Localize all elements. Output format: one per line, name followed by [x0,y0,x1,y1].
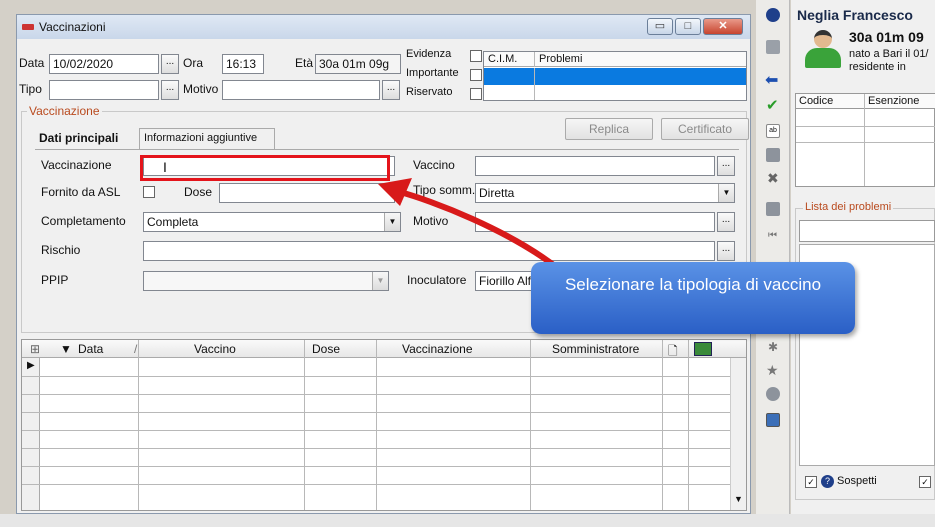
scroll-down-icon[interactable]: ▼ [734,494,743,504]
rischio-picker-button[interactable]: ... [717,241,735,261]
col-codice: Codice [799,95,834,107]
eta-field: 30a 01m 09g [315,54,401,74]
eta-label: Età [295,56,314,70]
sospetti-label: Sospetti [837,475,877,487]
motivo-picker-button[interactable]: ... [717,212,735,232]
close-button[interactable]: ✕ [703,18,743,35]
problems-list-label[interactable]: Lista dei problemi [803,201,894,213]
star-icon[interactable]: ★ [766,362,779,379]
vaccino-picker-button[interactable]: ... [717,156,735,176]
dose-label: Dose [184,185,213,199]
folder-icon[interactable] [766,202,780,216]
back-arrow-icon[interactable]: ⬅ [765,70,778,90]
sospetti-secondary-checkbox[interactable]: ✓ [919,476,931,488]
col-somministratore[interactable]: Somministratore [552,342,639,356]
problemi-column: Problemi [539,53,583,65]
problems-selected-row[interactable] [484,68,746,85]
completamento-label: Completamento [41,214,126,228]
importante-label: Importante [406,67,459,79]
patient-birth: nato a Bari il 01/ [849,48,929,60]
window-title: Vaccinazioni [39,20,106,34]
rischio-label: Rischio [41,243,81,257]
pin-icon[interactable]: ✱ [768,340,778,354]
ora-field[interactable]: 16:13 [222,54,264,74]
section-title: Vaccinazione [27,104,102,118]
riservato-label: Riservato [406,86,453,98]
riservato-checkbox[interactable] [470,88,482,100]
vaccinations-grid[interactable]: ⊞ ▼ Data / Vaccino Dose Vaccinazione Som… [21,339,747,511]
patient-age: 30a 01m 09 [849,29,924,45]
evidenza-checkbox[interactable] [470,50,482,62]
cim-column: C.I.M. [488,53,518,65]
document-icon[interactable]: 🗋 [668,342,678,363]
data-field[interactable]: 10/02/2020 [49,54,159,74]
image-icon[interactable] [694,342,712,356]
dose-field[interactable] [219,183,395,203]
tipo-field[interactable] [49,80,159,100]
help-icon[interactable] [766,8,780,22]
tipo-label: Tipo [19,82,42,96]
grid-scrollbar[interactable]: ▼ [730,358,746,510]
highlight-box [140,155,390,181]
expand-icon[interactable]: ⊞ [30,342,40,356]
fornito-asl-label: Fornito da ASL [41,185,121,199]
maximize-button[interactable]: □ [675,18,701,35]
chevron-down-icon[interactable]: ▼ [718,184,734,202]
certificato-button[interactable]: Certificato [661,118,749,140]
tab-informazioni-aggiuntive[interactable]: Informazioni aggiuntive [139,128,275,149]
col-data[interactable]: Data [78,342,103,356]
current-row-icon: ▶ [27,360,35,371]
patient-name: Neglia Francesco [797,7,913,23]
checkmark-icon[interactable]: ✔ [766,96,779,114]
callout-text: Selezionare la tipologia di vaccino [564,275,822,294]
motivo-header-field[interactable] [222,80,380,100]
motivo-header-label: Motivo [183,82,219,96]
bottom-strip [0,514,935,527]
patient-residence: residente in [849,61,906,73]
exemptions-header: Codice Esenzione [796,94,935,109]
ppip-select[interactable]: ▼ [143,271,389,291]
replica-button[interactable]: Replica [565,118,653,140]
text-field-icon[interactable]: ab [766,124,780,138]
exemptions-table[interactable]: Codice Esenzione [795,93,935,187]
window-icon [22,24,34,30]
fornito-asl-checkbox[interactable] [143,186,155,198]
title-bar[interactable]: Vaccinazioni ▭ □ ✕ [17,15,750,39]
tab-dati-principali[interactable]: Dati principali [35,128,139,149]
first-record-icon[interactable]: ⏮ [768,230,777,241]
minimize-button[interactable]: ▭ [647,18,673,35]
ppip-label: PPIP [41,273,69,287]
completamento-select[interactable]: Completa ▼ [143,212,401,232]
sospetti-checkbox[interactable]: ✓ [805,476,817,488]
monitor-icon[interactable] [766,413,780,427]
grid-header: ⊞ ▼ Data / Vaccino Dose Vaccinazione Som… [22,340,746,358]
col-vaccinazione[interactable]: Vaccinazione [402,342,473,356]
col-vaccino[interactable]: Vaccino [194,342,236,356]
tab-dati-principali-label: Dati principali [39,131,119,145]
problems-table[interactable]: C.I.M. Problemi [483,51,747,101]
ora-label: Ora [183,56,204,70]
page-icon[interactable] [766,148,780,162]
sort-arrow-icon: ▼ [60,342,72,356]
vaccinazione-label: Vaccinazione [41,158,112,172]
col-esenzione: Esenzione [868,95,920,107]
importante-checkbox[interactable] [470,69,482,81]
delete-x-icon[interactable]: ✖ [767,170,779,187]
tab-informazioni-label: Informazioni aggiuntive [144,132,258,144]
completamento-value: Completa [147,215,199,229]
data-label: Data [19,56,45,70]
printer-icon[interactable] [766,387,780,401]
motivo-header-picker-button[interactable]: ... [382,80,400,100]
problems-table-header: C.I.M. Problemi [484,52,746,67]
evidenza-label: Evidenza [406,48,452,60]
row-selector-column [22,358,40,510]
save-icon[interactable] [766,40,780,54]
help-icon[interactable]: ? [821,475,834,488]
data-picker-button[interactable]: ... [161,54,179,74]
tutorial-callout: Selezionare la tipologia di vaccino [531,262,855,334]
avatar [805,30,841,70]
problems-search-field[interactable] [799,220,935,242]
tipo-picker-button[interactable]: ... [161,80,179,100]
col-dose[interactable]: Dose [312,342,340,356]
